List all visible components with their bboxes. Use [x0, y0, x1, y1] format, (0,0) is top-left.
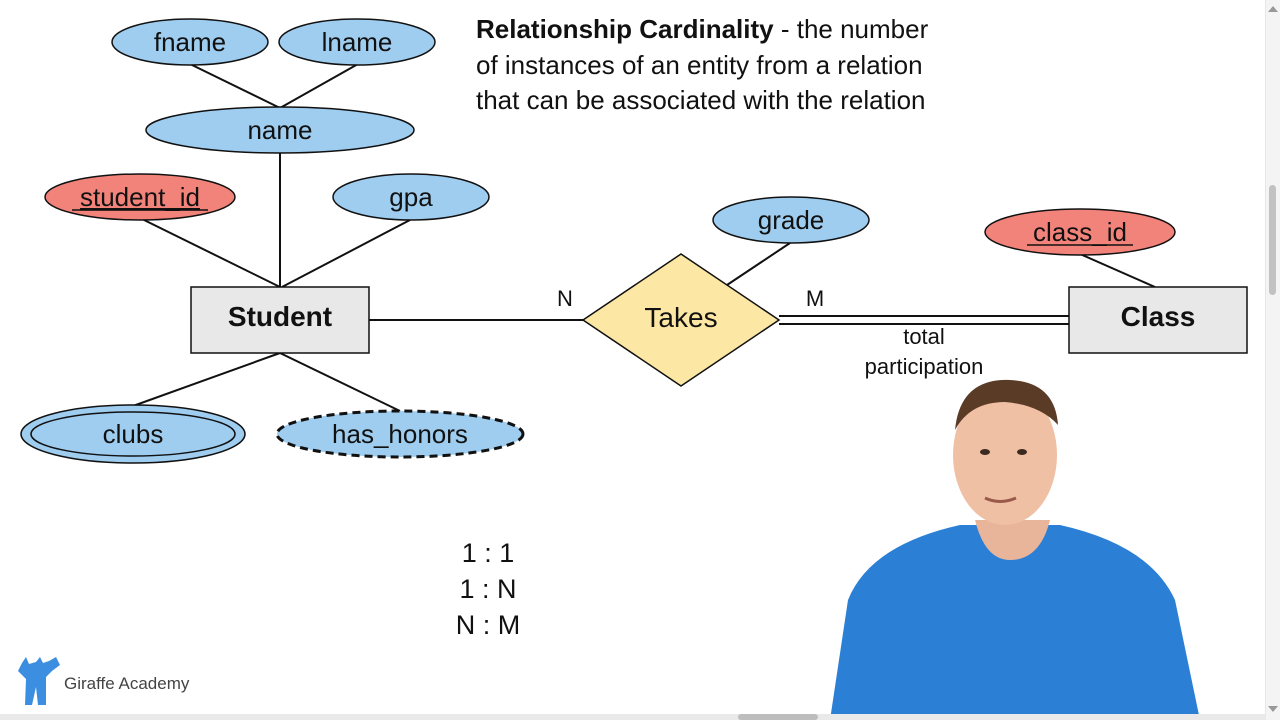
entity-student-label: Student — [228, 301, 332, 332]
horizontal-scroll-thumb[interactable] — [738, 714, 818, 720]
vertical-scrollbar[interactable] — [1265, 0, 1280, 720]
ratio-one-to-many: 1 : N — [459, 574, 516, 604]
attribute-lname-label: lname — [322, 27, 393, 57]
er-diagram: fname lname name student_id gpa grade cl… — [20, 18, 1248, 720]
ratio-many-to-many: N : M — [456, 610, 521, 640]
entity-student: Student — [190, 286, 370, 354]
relationship-takes: Takes — [581, 253, 781, 387]
total-participation-label-line1: total — [903, 324, 945, 349]
attribute-class-id: class_id — [984, 208, 1176, 256]
horizontal-scrollbar[interactable] — [0, 714, 1266, 720]
logo-text: Giraffe Academy — [64, 674, 190, 693]
line-lname-name — [279, 63, 359, 109]
relationship-takes-label: Takes — [644, 302, 717, 333]
attribute-lname: lname — [278, 18, 436, 66]
line-fname-name — [189, 63, 281, 109]
attribute-name: name — [145, 106, 415, 154]
scroll-down-arrow-icon[interactable] — [1268, 706, 1278, 712]
attribute-name-label: name — [247, 115, 312, 145]
giraffe-academy-logo: Giraffe Academy — [16, 656, 189, 708]
attribute-fname-label: fname — [154, 27, 226, 57]
line-grade-takes — [726, 242, 791, 286]
attribute-class-id-label: class_id — [1033, 217, 1127, 247]
giraffe-icon — [18, 657, 60, 705]
entity-class-label: Class — [1121, 301, 1196, 332]
ratio-one-to-one: 1 : 1 — [462, 538, 515, 568]
line-gpa-student — [281, 219, 411, 288]
attribute-student-id: student_id — [44, 173, 236, 221]
attribute-fname: fname — [111, 18, 269, 66]
line-student-honors — [279, 352, 401, 412]
scroll-up-arrow-icon[interactable] — [1268, 6, 1278, 12]
attribute-gpa-label: gpa — [389, 182, 433, 212]
cardinality-m-label: M — [806, 286, 824, 311]
attribute-grade: grade — [712, 196, 870, 244]
line-student-clubs — [132, 352, 281, 407]
attribute-has-honors-derived: has_honors — [275, 409, 525, 459]
cardinality-n-label: N — [557, 286, 573, 311]
total-participation-label-line2: participation — [865, 354, 984, 379]
attribute-gpa: gpa — [332, 173, 490, 221]
vertical-scroll-thumb[interactable] — [1269, 185, 1276, 295]
attribute-clubs-multivalued: clubs — [20, 404, 246, 464]
attribute-grade-label: grade — [758, 205, 825, 235]
line-studentid-student — [139, 217, 281, 288]
attribute-has-honors-label: has_honors — [332, 419, 468, 449]
line-classid-class — [1079, 253, 1156, 288]
attribute-student-id-label: student_id — [80, 182, 200, 212]
entity-class: Class — [1068, 286, 1248, 354]
presenter-video-overlay — [830, 379, 1200, 720]
attribute-clubs-label: clubs — [103, 419, 164, 449]
